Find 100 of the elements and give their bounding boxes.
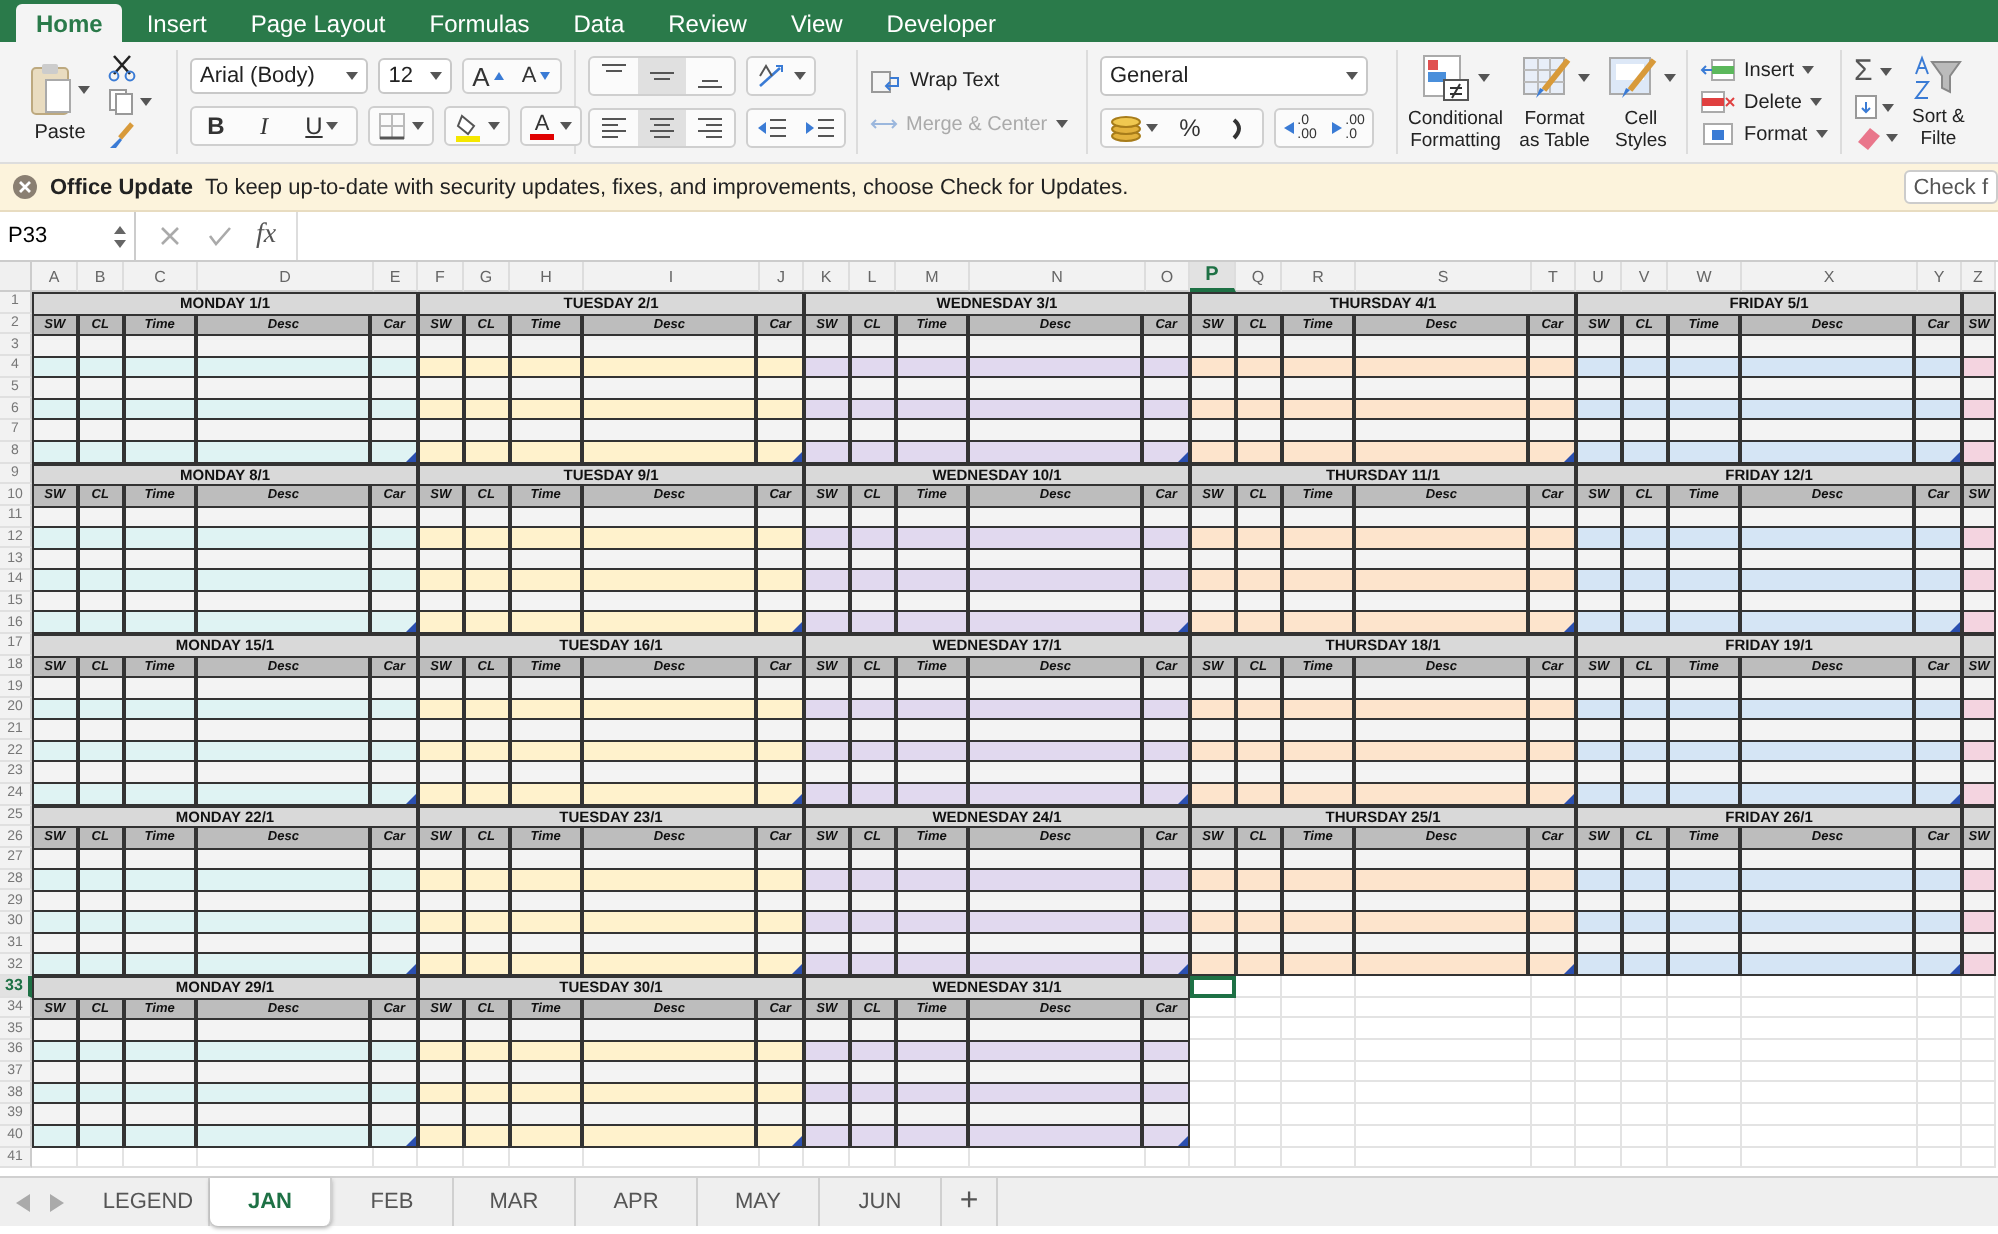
empty-cell[interactable] (1576, 976, 1622, 998)
menu-tab[interactable]: Review (648, 4, 767, 42)
empty-cell[interactable] (1356, 1104, 1532, 1126)
sheet-tab[interactable]: MAR (454, 1178, 576, 1226)
checkmark-icon[interactable] (208, 226, 232, 246)
empty-cell[interactable] (1532, 1040, 1576, 1062)
font-size-select[interactable]: 12 (378, 58, 452, 94)
empty-cell[interactable] (464, 1147, 510, 1169)
empty-cell[interactable] (1918, 1104, 1962, 1126)
column-header-letter[interactable]: O (1146, 262, 1190, 292)
cancel-icon[interactable] (160, 226, 180, 246)
empty-cell[interactable] (1356, 1082, 1532, 1105)
empty-cell[interactable] (1668, 1018, 1742, 1041)
empty-cell[interactable] (1282, 976, 1356, 998)
empty-cell[interactable] (1576, 1147, 1622, 1169)
empty-cell[interactable] (1236, 1082, 1282, 1105)
column-header-letter[interactable]: B (78, 262, 124, 292)
empty-cell[interactable] (1622, 1018, 1668, 1041)
paste-button[interactable]: Paste (24, 61, 96, 143)
empty-cell[interactable] (1576, 1082, 1622, 1105)
empty-cell[interactable] (1622, 1040, 1668, 1062)
resize-handle-icon[interactable] (406, 1135, 416, 1145)
column-header-letter[interactable]: Z (1962, 262, 1996, 292)
column-header-letter[interactable]: N (970, 262, 1146, 292)
empty-cell[interactable] (1918, 1082, 1962, 1105)
empty-cell[interactable] (1742, 997, 1918, 1019)
resize-handle-icon[interactable] (1564, 964, 1574, 974)
empty-cell[interactable] (1532, 976, 1576, 998)
column-header-letter[interactable]: T (1532, 262, 1576, 292)
empty-cell[interactable] (1190, 1147, 1236, 1169)
empty-cell[interactable] (198, 1147, 374, 1169)
empty-cell[interactable] (1962, 1082, 1996, 1105)
column-header-letter[interactable]: M (896, 262, 970, 292)
empty-cell[interactable] (1236, 997, 1282, 1019)
empty-cell[interactable] (1576, 1018, 1622, 1041)
column-header-letter[interactable]: C (124, 262, 198, 292)
resize-handle-icon[interactable] (1178, 1135, 1188, 1145)
sheet-tab[interactable]: JUN (820, 1178, 942, 1226)
empty-cell[interactable] (804, 1147, 850, 1169)
empty-cell[interactable] (850, 1147, 896, 1169)
next-sheet-icon[interactable] (50, 1193, 64, 1211)
empty-cell[interactable] (1668, 976, 1742, 998)
empty-cell[interactable] (1918, 1125, 1962, 1147)
menu-tab[interactable]: Formulas (409, 4, 550, 42)
fill-color-button[interactable] (444, 106, 510, 146)
empty-cell[interactable] (374, 1147, 418, 1169)
menu-tab[interactable]: Home (16, 4, 123, 42)
empty-cell[interactable] (1576, 1061, 1622, 1083)
empty-cell[interactable] (1742, 1018, 1918, 1041)
empty-cell[interactable] (1742, 1125, 1918, 1147)
empty-cell[interactable] (1918, 976, 1962, 998)
bold-button[interactable]: B (192, 108, 240, 144)
empty-cell[interactable] (1576, 1040, 1622, 1062)
empty-cell[interactable] (1532, 1147, 1576, 1169)
menu-tab[interactable]: Data (553, 4, 645, 42)
format-painter-icon[interactable] (108, 122, 136, 150)
empty-cell[interactable] (1918, 1018, 1962, 1041)
resize-handle-icon[interactable] (792, 1135, 802, 1145)
empty-cell[interactable] (1236, 1018, 1282, 1041)
name-box[interactable]: P33 (0, 212, 136, 260)
empty-cell[interactable] (1668, 997, 1742, 1019)
selected-cell[interactable] (1190, 976, 1236, 998)
empty-cell[interactable] (1918, 997, 1962, 1019)
resize-handle-icon[interactable] (1950, 964, 1960, 974)
styles-button[interactable]: Format as Table (1513, 52, 1596, 152)
column-header-letter[interactable]: A (32, 262, 78, 292)
empty-cell[interactable] (1532, 1104, 1576, 1126)
empty-cell[interactable] (1668, 1147, 1742, 1169)
empty-cell[interactable] (1282, 1061, 1356, 1083)
empty-cell[interactable] (1282, 1104, 1356, 1126)
fill-down-icon[interactable] (1854, 94, 1878, 120)
column-header-letter[interactable]: Q (1236, 262, 1282, 292)
empty-cell[interactable] (1576, 997, 1622, 1019)
empty-cell[interactable] (1356, 1125, 1532, 1147)
sheet-tab[interactable]: FEB (332, 1178, 454, 1226)
empty-cell[interactable] (1918, 1147, 1962, 1169)
orientation-button[interactable] (746, 56, 816, 96)
sheet-tab[interactable]: JAN (210, 1178, 332, 1226)
empty-cell[interactable] (1962, 1061, 1996, 1083)
percent-button[interactable]: % (1166, 110, 1214, 146)
empty-cell[interactable] (1356, 1061, 1532, 1083)
cut-icon[interactable] (108, 54, 136, 82)
number-format-select[interactable]: General (1100, 56, 1368, 96)
previous-sheet-icon[interactable] (16, 1193, 30, 1211)
column-header-letter[interactable]: Y (1918, 262, 1962, 292)
empty-cell[interactable] (1622, 997, 1668, 1019)
empty-cell[interactable] (1282, 1082, 1356, 1105)
underline-button[interactable]: U (288, 108, 356, 144)
empty-cell[interactable] (1356, 1040, 1532, 1062)
styles-button[interactable]: Conditional Formatting (1402, 52, 1510, 152)
grow-font-button[interactable]: A (464, 60, 512, 92)
empty-cell[interactable] (1742, 1082, 1918, 1105)
empty-cell[interactable] (1356, 997, 1532, 1019)
horizontal-align-button[interactable] (638, 110, 686, 146)
add-sheet-button[interactable]: + (942, 1178, 998, 1226)
wrap-text-button[interactable]: Wrap Text (870, 69, 1074, 93)
empty-cell[interactable] (1576, 1125, 1622, 1147)
eraser-icon[interactable] (1854, 126, 1882, 150)
column-header-letter[interactable]: R (1282, 262, 1356, 292)
empty-cell[interactable] (1282, 1147, 1356, 1169)
